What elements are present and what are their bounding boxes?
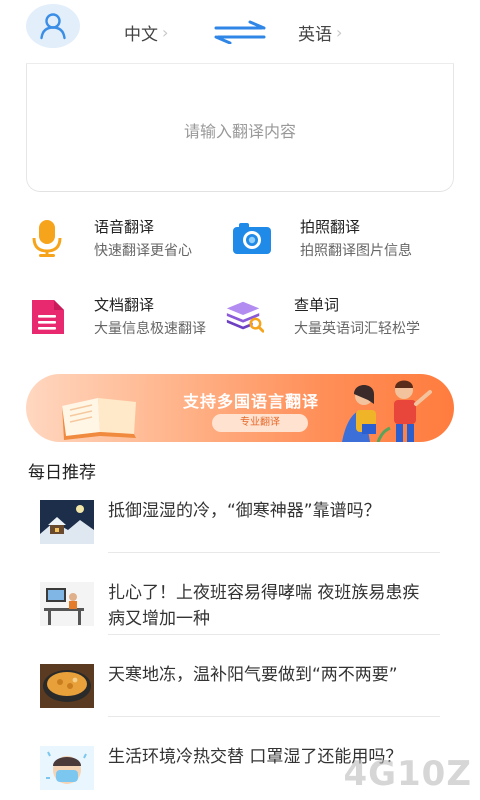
avatar[interactable] — [26, 4, 80, 48]
daily-recommend-heading: 每日推荐 — [28, 463, 96, 483]
feature-title: 查单词 — [294, 296, 340, 314]
top-bar: 中文 › 英语 › — [0, 0, 480, 64]
feature-description: 快速翻译更省心 — [94, 243, 192, 259]
watermark: 4G10Z — [343, 754, 472, 794]
banner-button[interactable]: 专业翻译 — [212, 414, 308, 432]
word-lookup-entry[interactable]: 查单词 大量英语词汇轻松学 — [224, 292, 444, 358]
article-thumbnail — [40, 664, 94, 708]
translation-input[interactable] — [27, 64, 453, 191]
voice-translate-entry[interactable]: 语音翻译 快速翻译更省心 — [28, 214, 248, 280]
books-search-icon — [226, 301, 264, 333]
translation-input-area — [26, 64, 454, 192]
target-language-label: 英语 — [298, 25, 332, 45]
feature-description: 大量英语词汇轻松学 — [294, 321, 420, 337]
swap-languages-icon[interactable] — [212, 20, 268, 44]
feature-description: 拍照翻译图片信息 — [300, 243, 412, 259]
user-icon — [40, 13, 66, 40]
people-illustration — [342, 380, 432, 442]
source-language-selector[interactable]: 中文 › — [124, 20, 168, 45]
divider — [108, 552, 440, 553]
chevron-right-icon: › — [336, 23, 343, 42]
article-title: 抵御湿湿的冷，“御寒神器”靠谱吗？ — [108, 501, 381, 521]
divider — [108, 634, 440, 635]
article-item[interactable]: 天寒地冻，温补阳气要做到“两不两要” — [40, 662, 440, 742]
feature-title: 文档翻译 — [94, 296, 155, 314]
photo-translate-entry[interactable]: 拍照翻译 拍照翻译图片信息 — [232, 214, 452, 280]
article-item[interactable]: 扎心了！上夜班容易得哮喘 夜班族易患疾病又增加一种 — [40, 580, 440, 660]
divider — [108, 716, 440, 717]
camera-icon — [233, 223, 271, 254]
open-book-illustration — [62, 398, 136, 440]
source-language-label: 中文 — [124, 25, 158, 45]
banner-title: 支持多国语言翻译 — [182, 392, 319, 411]
article-title: 扎心了！上夜班容易得哮喘 夜班族易患疾病又增加一种 — [108, 583, 420, 629]
article-item[interactable]: 抵御湿湿的冷，“御寒神器”靠谱吗？ — [40, 498, 440, 578]
microphone-icon — [32, 220, 62, 257]
chevron-right-icon: › — [162, 23, 169, 42]
target-language-selector[interactable]: 英语 › — [298, 20, 342, 45]
feature-description: 大量信息极速翻译 — [94, 321, 206, 337]
article-thumbnail — [40, 500, 94, 544]
feature-title: 拍照翻译 — [300, 218, 361, 236]
article-thumbnail — [40, 582, 94, 626]
article-title: 天寒地冻，温补阳气要做到“两不两要” — [108, 665, 398, 685]
feature-title: 语音翻译 — [94, 218, 155, 236]
article-thumbnail — [40, 746, 94, 790]
promo-banner[interactable]: 支持多国语言翻译 专业翻译 — [26, 374, 454, 442]
document-icon — [32, 300, 64, 334]
document-translate-entry[interactable]: 文档翻译 大量信息极速翻译 — [28, 292, 248, 358]
